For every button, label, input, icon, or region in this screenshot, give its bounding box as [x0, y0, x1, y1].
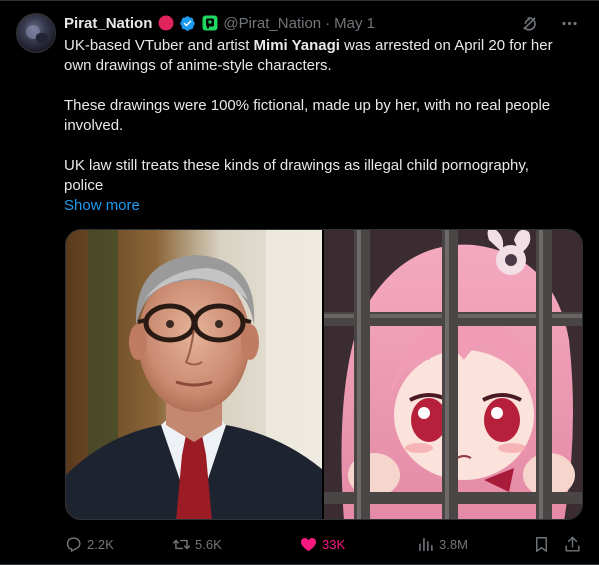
author-handle[interactable]: @Pirat_Nation	[223, 15, 321, 32]
tweet-date[interactable]: May 1	[334, 15, 375, 32]
share-button[interactable]	[563, 534, 582, 554]
bookmark-icon	[536, 536, 547, 552]
views-button[interactable]: 3.8M	[416, 534, 468, 554]
media-illustration-right[interactable]	[324, 230, 582, 519]
retweet-count: 5.6K	[195, 536, 222, 552]
tweet-paragraph-1: UK-based VTuber and artist Mimi Yanagi w…	[64, 37, 553, 74]
mentioned-name: Mimi Yanagi	[253, 37, 340, 54]
views-icon	[419, 537, 433, 551]
retweet-button[interactable]: 5.6K	[172, 534, 222, 554]
show-more-link[interactable]: Show more	[64, 196, 140, 216]
reply-count: 2.2K	[87, 536, 114, 552]
tweet-paragraph-3: UK law still treats these kinds of drawi…	[64, 157, 529, 194]
tweet-actions: 2.2K 5.6K 33K 3.8M	[64, 534, 584, 554]
reply-icon	[66, 536, 81, 552]
verified-check-icon	[179, 15, 196, 32]
tweet-content: Pirat_Nation @Pirat_Nation · May 1 UK-ba…	[64, 13, 584, 216]
green-app-badge-icon	[201, 15, 218, 32]
red-circle-badge-icon	[157, 15, 174, 32]
tweet-header: Pirat_Nation @Pirat_Nation · May 1	[64, 13, 584, 33]
bookmark-button[interactable]	[532, 534, 551, 554]
like-button[interactable]: 33K	[299, 534, 345, 554]
media-photo-left[interactable]	[66, 230, 322, 519]
tweet-media[interactable]	[65, 229, 583, 520]
avatar[interactable]	[16, 13, 56, 53]
retweet-icon	[172, 539, 191, 549]
grok-icon[interactable]	[520, 14, 539, 33]
share-icon	[565, 536, 580, 552]
author-name[interactable]: Pirat_Nation	[64, 15, 152, 32]
heart-icon	[300, 537, 317, 551]
tweet-card[interactable]: Pirat_Nation @Pirat_Nation · May 1 UK-ba…	[0, 0, 599, 565]
separator-dot: ·	[325, 14, 331, 32]
like-count: 33K	[322, 536, 346, 552]
reply-button[interactable]: 2.2K	[64, 534, 114, 554]
tweet-text: UK-based VTuber and artist Mimi Yanagi w…	[64, 36, 564, 216]
more-options-icon[interactable]	[560, 14, 579, 33]
views-count: 3.8M	[439, 536, 468, 552]
tweet-paragraph-2: These drawings were 100% fictional, made…	[64, 97, 551, 134]
